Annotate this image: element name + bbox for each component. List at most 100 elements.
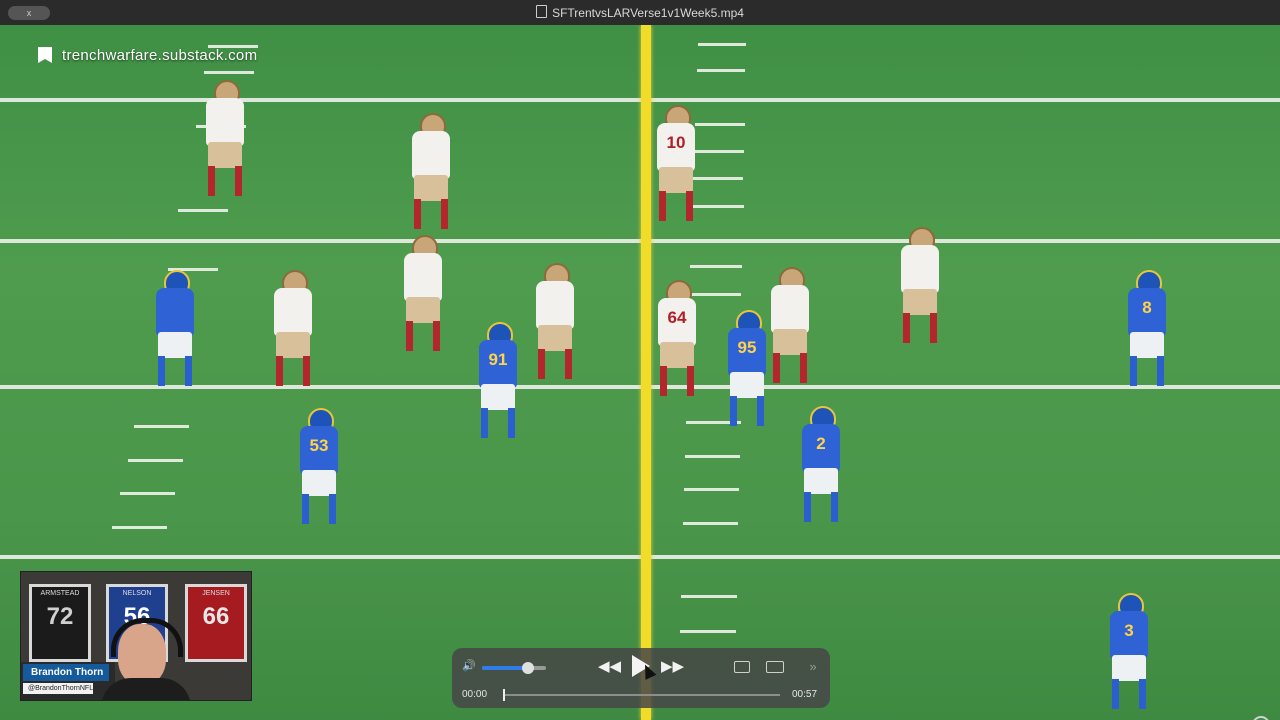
legs [660,366,694,396]
legs [481,408,515,438]
jersey-number [771,285,809,333]
player [398,235,448,355]
volume-knob[interactable] [522,662,535,674]
jersey-name: ARMSTEAD [40,590,80,597]
hash-mark [697,69,745,72]
jersey-number [412,131,450,179]
jersey-number [274,288,312,336]
playhead[interactable] [503,689,505,701]
pants [773,329,807,355]
legs [903,313,937,343]
expand-icon[interactable] [1252,716,1270,720]
pants [1112,655,1146,681]
hash-mark [178,209,228,212]
duration: 00:57 [792,689,818,700]
hash-mark [128,459,183,462]
pants [208,142,242,168]
legs [302,494,336,524]
legs [773,353,807,383]
presenter-handle: @BrandonThornNFL [23,683,93,694]
jersey-number [156,288,194,336]
hash-mark [112,526,167,529]
jersey-number: 95 [728,328,766,376]
pants [660,342,694,368]
jersey-number [206,98,244,146]
player: 10 [651,105,701,235]
legs [1130,356,1164,386]
jersey-number: 10 [657,123,695,171]
player [765,267,815,383]
pants [1130,332,1164,358]
jersey-number: 66 [202,603,230,630]
player [406,113,456,233]
legs [538,349,572,379]
jersey-number: 72 [46,603,74,630]
file-name: SFTrentvsLARVerse1v1Week5.mp4 [552,6,744,20]
progress-bar[interactable] [503,689,780,701]
player: 8 [1122,270,1172,410]
jersey-number [901,245,939,293]
volume-slider[interactable] [482,662,546,674]
hash-mark [120,492,175,495]
framed-jersey: ARMSTEAD 72 [29,584,91,662]
pants [659,167,693,193]
pants [302,470,336,496]
pants [538,325,572,351]
hash-mark [680,630,736,633]
jersey-name: JENSEN [202,590,230,597]
jersey-number: 2 [802,424,840,472]
pants [158,332,192,358]
player: 95 [722,310,772,435]
jersey-number: 3 [1110,611,1148,659]
yard-line [0,239,1280,243]
playback-controls: 🔊 ◀◀ ▶▶ » 00:00 00:57 [452,648,830,708]
volume-icon[interactable]: 🔊 [462,659,476,673]
airplay-icon[interactable] [734,661,750,673]
hash-mark [681,595,737,598]
hash-mark [685,455,740,458]
player: 3 [1104,593,1154,718]
pants [903,289,937,315]
player [200,80,250,200]
player: 91 [473,322,523,442]
legs [158,356,192,386]
window-title-bar: x SFTrentvsLARVerse1v1Week5.mp4 [0,0,1280,26]
jersey-number: 64 [658,298,696,346]
legs [804,492,838,522]
player [150,270,200,415]
yard-line [0,555,1280,559]
hash-mark [683,522,738,525]
yard-line [0,98,1280,102]
pants [481,384,515,410]
player: 53 [294,408,344,558]
legs [414,199,448,229]
presenter-torso [101,678,191,700]
pants [276,332,310,358]
picture-in-picture-icon[interactable] [766,661,784,673]
player [895,227,945,347]
bookmark-icon [38,47,52,63]
hash-mark [695,123,745,126]
pants [730,372,764,398]
more-icon[interactable]: » [804,657,822,677]
fast-forward-icon[interactable]: ▶▶ [661,657,684,677]
current-time: 00:00 [462,689,488,700]
legs [730,396,764,426]
hash-mark [690,265,742,268]
webcam-overlay: ARMSTEAD 72 NELSON 56 JENSEN 66 Brandon … [20,571,252,701]
jersey-number [536,281,574,329]
document-icon [536,5,548,18]
legs [1112,679,1146,709]
pants [406,297,440,323]
framed-jersey: JENSEN 66 [185,584,247,662]
rewind-icon[interactable]: ◀◀ [598,657,621,677]
player [530,263,580,379]
hash-mark [684,488,739,491]
jersey-name: NELSON [122,590,152,597]
hash-mark [694,150,744,153]
presenter-name: Brandon Thorn [23,664,109,681]
hash-mark [698,43,746,46]
player: 64 [652,280,702,396]
jersey-number [404,253,442,301]
first-down-line [641,25,651,720]
